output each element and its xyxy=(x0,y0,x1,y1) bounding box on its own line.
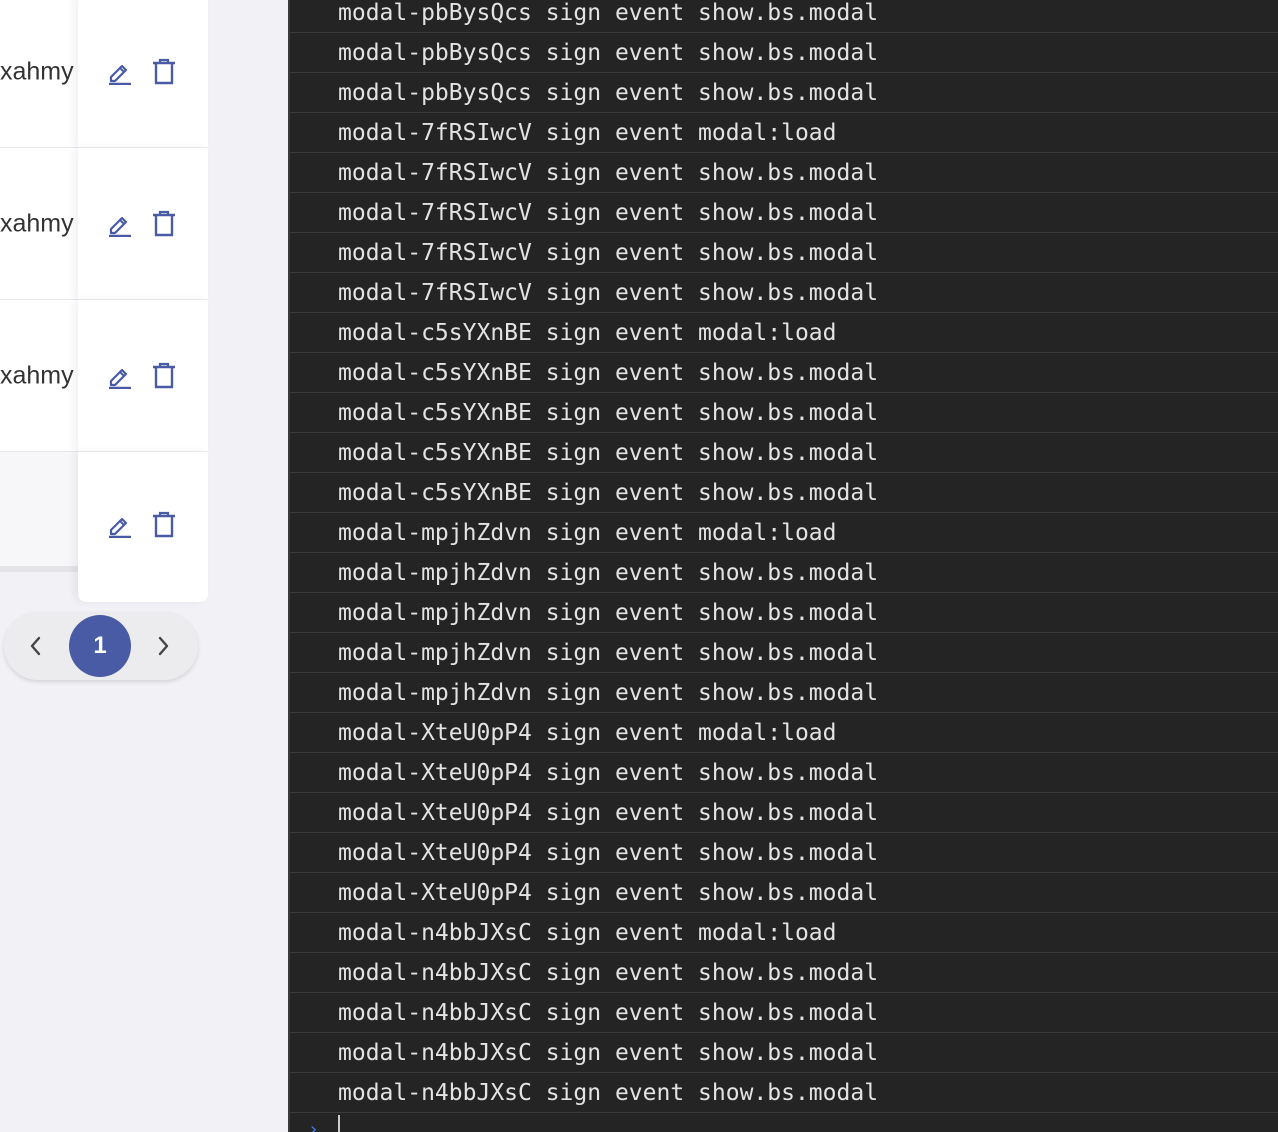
console-input[interactable] xyxy=(338,1115,938,1132)
table-row: xahmy xyxy=(0,148,208,300)
console-log-line: modal-7fRSIwcV sign event modal:load xyxy=(290,113,1278,153)
console-log-line: modal-XteU0pP4 sign event show.bs.modal xyxy=(290,873,1278,913)
trash-icon[interactable] xyxy=(149,209,179,239)
row-name-text: xahmy xyxy=(0,57,74,85)
console-log-line: modal-XteU0pP4 sign event show.bs.modal xyxy=(290,753,1278,793)
console-log-line: modal-c5sYXnBE sign event show.bs.modal xyxy=(290,353,1278,393)
edit-icon[interactable] xyxy=(105,209,135,239)
console-log-line: modal-mpjhZdvn sign event show.bs.modal xyxy=(290,593,1278,633)
edit-icon[interactable] xyxy=(105,510,135,540)
row-name-text: xahmy xyxy=(0,361,74,389)
console-log: modal-pbBysQcs sign event show.bs.modal m… xyxy=(290,0,1278,1113)
console-log-line: modal-n4bbJXsC sign event show.bs.modal xyxy=(290,993,1278,1033)
table-row xyxy=(0,452,208,602)
trash-icon[interactable] xyxy=(149,57,179,87)
console-log-line: modal-c5sYXnBE sign event show.bs.modal xyxy=(290,433,1278,473)
row-actions xyxy=(78,148,208,300)
row-actions xyxy=(78,452,208,602)
console-log-line: modal-7fRSIwcV sign event show.bs.modal xyxy=(290,193,1278,233)
console-log-line: modal-n4bbJXsC sign event show.bs.modal xyxy=(290,953,1278,993)
page-button-current[interactable]: 1 xyxy=(69,615,131,677)
console-log-line: modal-n4bbJXsC sign event show.bs.modal xyxy=(290,1033,1278,1073)
app-pane: xahmy xahmy xahmy 1 xyxy=(0,0,288,1132)
trash-icon[interactable] xyxy=(149,361,179,391)
console-prompt: › xyxy=(290,1113,1278,1132)
edit-icon[interactable] xyxy=(105,361,135,391)
console-log-line: modal-n4bbJXsC sign event modal:load xyxy=(290,913,1278,953)
console-log-line: modal-mpjhZdvn sign event show.bs.modal xyxy=(290,673,1278,713)
console-log-line: modal-pbBysQcs sign event show.bs.modal xyxy=(290,73,1278,113)
console-log-line: modal-c5sYXnBE sign event show.bs.modal xyxy=(290,393,1278,433)
console-log-line: modal-XteU0pP4 sign event modal:load xyxy=(290,713,1278,753)
table-cell-name: xahmy xyxy=(0,300,78,452)
chevron-right-icon[interactable] xyxy=(148,631,178,661)
row-actions xyxy=(78,0,208,148)
pagination: 1 xyxy=(4,612,198,680)
prompt-chevron-icon: › xyxy=(308,1119,319,1132)
trash-icon[interactable] xyxy=(149,510,179,540)
console-log-line: modal-XteU0pP4 sign event show.bs.modal xyxy=(290,833,1278,873)
console-log-line: modal-mpjhZdvn sign event show.bs.modal xyxy=(290,633,1278,673)
console-log-line: modal-7fRSIwcV sign event show.bs.modal xyxy=(290,233,1278,273)
console-log-line: modal-pbBysQcs sign event show.bs.modal xyxy=(290,33,1278,73)
table-cell-name: xahmy xyxy=(0,0,78,148)
chevron-left-icon[interactable] xyxy=(21,631,51,661)
data-table: xahmy xahmy xahmy xyxy=(0,0,208,602)
row-name-text: xahmy xyxy=(0,209,74,237)
console-log-line: modal-pbBysQcs sign event show.bs.modal xyxy=(290,0,1278,33)
console-log-line: modal-7fRSIwcV sign event show.bs.modal xyxy=(290,273,1278,313)
console-log-line: modal-c5sYXnBE sign event modal:load xyxy=(290,313,1278,353)
console-log-line: modal-c5sYXnBE sign event show.bs.modal xyxy=(290,473,1278,513)
edit-icon[interactable] xyxy=(105,57,135,87)
console-log-line: modal-XteU0pP4 sign event show.bs.modal xyxy=(290,793,1278,833)
devtools-console: modal-pbBysQcs sign event show.bs.modal m… xyxy=(288,0,1278,1132)
table-cell-name: xahmy xyxy=(0,148,78,300)
console-log-line: modal-n4bbJXsC sign event show.bs.modal xyxy=(290,1073,1278,1113)
console-log-line: modal-7fRSIwcV sign event show.bs.modal xyxy=(290,153,1278,193)
table-row: xahmy xyxy=(0,0,208,148)
table-cell-name xyxy=(0,452,78,572)
console-log-line: modal-mpjhZdvn sign event show.bs.modal xyxy=(290,553,1278,593)
table-row: xahmy xyxy=(0,300,208,452)
row-actions xyxy=(78,300,208,452)
console-log-line: modal-mpjhZdvn sign event modal:load xyxy=(290,513,1278,553)
